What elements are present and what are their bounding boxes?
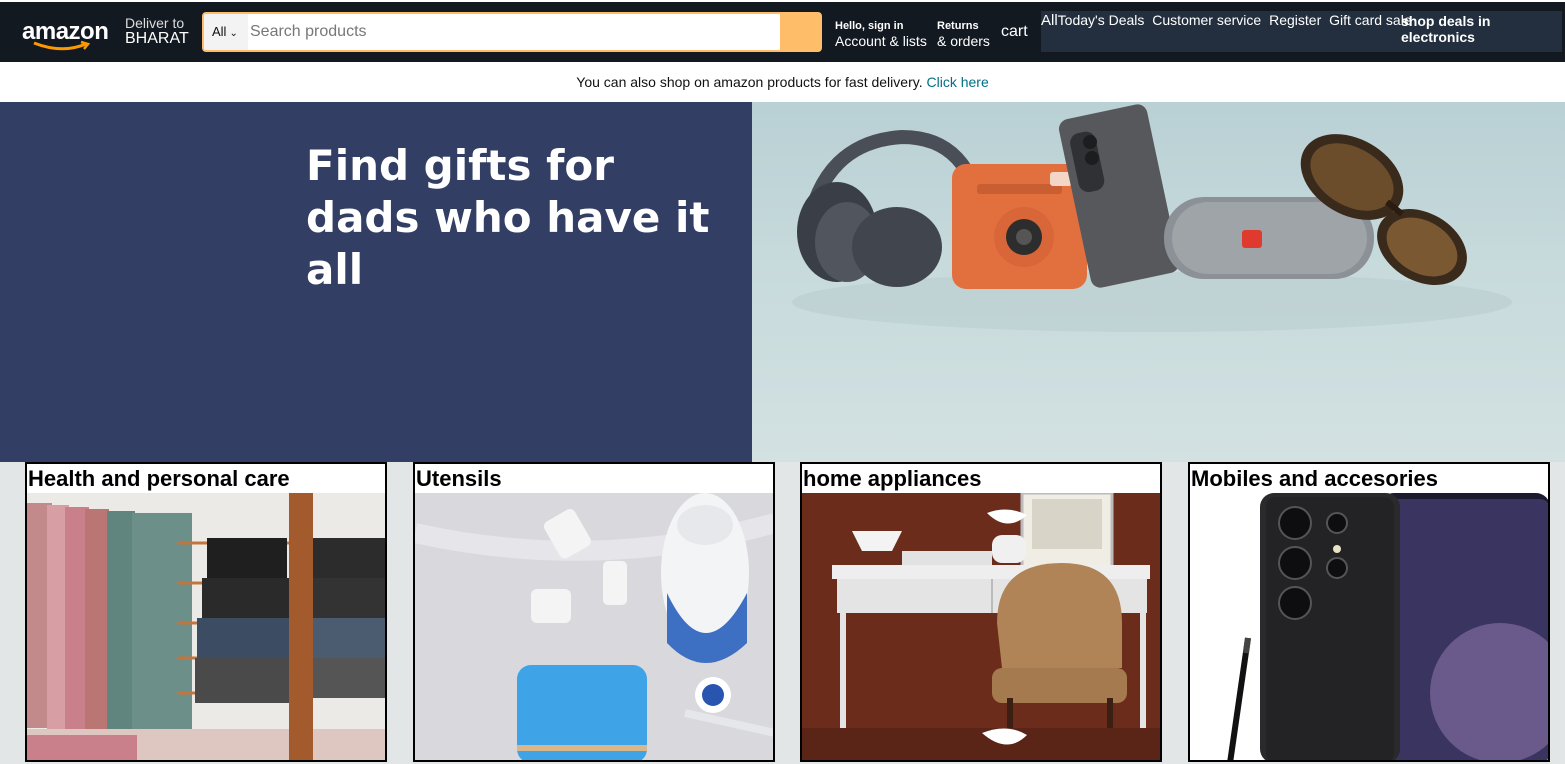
- deliver-to[interactable]: Deliver to BHARAT: [125, 15, 189, 47]
- search-category-select[interactable]: All ⌄: [204, 14, 248, 50]
- subnav-todays-deals[interactable]: Today's Deals: [1058, 12, 1145, 28]
- orders-label: & orders: [937, 33, 990, 49]
- notice-link[interactable]: Click here: [926, 74, 988, 90]
- account-label: Account & lists: [835, 33, 927, 49]
- category-card-health[interactable]: Health and personal care: [25, 462, 387, 762]
- account-greeting: Hello, sign in: [835, 20, 904, 32]
- hero-banner[interactable]: Find gifts for dads who have it all: [0, 102, 1565, 462]
- returns-label: Returns: [937, 20, 979, 32]
- category-card-home-appliances[interactable]: home appliances: [800, 462, 1162, 762]
- card-image-home-appliances: [802, 493, 1160, 760]
- logo-smile-icon: [33, 40, 91, 51]
- deliver-label: Deliver to: [125, 15, 185, 31]
- chevron-down-icon: ⌄: [229, 28, 238, 39]
- subnav-all[interactable]: All: [1041, 12, 1058, 29]
- card-title: Utensils: [416, 466, 502, 491]
- subnav-gift-card-sale[interactable]: Gift card sale: [1329, 12, 1411, 28]
- card-image-health: [27, 493, 385, 760]
- notice-text: You can also shop on amazon products for…: [576, 74, 923, 90]
- top-navbar: amazon Deliver to BHARAT All⌄ Hello, sig…: [0, 0, 1565, 62]
- deliver-location: BHARAT: [125, 30, 189, 47]
- camera-icon: [952, 164, 1087, 289]
- search-input[interactable]: [248, 14, 782, 50]
- account-lists[interactable]: Hello, sign in Account & lists: [835, 19, 927, 49]
- hero-title-line2: dads who have it all: [306, 193, 710, 294]
- hero-text-panel: Find gifts for dads who have it all: [0, 102, 752, 462]
- subnav-links: AllToday's Deals Customer service Regist…: [1041, 12, 1416, 29]
- hero-title: Find gifts for dads who have it all: [306, 140, 752, 296]
- subnav-customer-service[interactable]: Customer service: [1152, 12, 1261, 28]
- hero-product-image: [752, 102, 1565, 462]
- hero-title-line1: Find gifts for: [306, 141, 614, 190]
- utensils-illustration: [415, 493, 773, 760]
- health-care-illustration: [27, 493, 385, 760]
- card-image-utensils: [415, 493, 773, 760]
- cart-link[interactable]: cart: [1001, 23, 1028, 41]
- subnav-register[interactable]: Register: [1269, 12, 1321, 28]
- mobiles-illustration: [1190, 493, 1548, 760]
- search-button[interactable]: [780, 14, 820, 50]
- search-bar: All ⌄: [202, 12, 822, 52]
- search-category-label: All: [212, 24, 227, 39]
- top-border: [0, 0, 1565, 2]
- card-title: Health and personal care: [28, 466, 290, 491]
- card-title: Mobiles and accesories: [1191, 466, 1438, 491]
- category-cards: Health and personal care Utensils home a…: [0, 462, 1565, 764]
- category-card-utensils[interactable]: Utensils: [413, 462, 775, 762]
- subnav: AllToday's Deals Customer service Regist…: [1041, 11, 1562, 52]
- notice-bar: You can also shop on amazon products for…: [0, 62, 1565, 102]
- shop-deals-electronics[interactable]: shop deals in electronics: [1401, 13, 1531, 45]
- returns-orders[interactable]: Returns & orders: [937, 19, 990, 49]
- category-card-mobiles[interactable]: Mobiles and accesories: [1188, 462, 1550, 762]
- amazon-logo[interactable]: amazon: [14, 12, 110, 52]
- home-appliances-illustration: [802, 493, 1160, 760]
- card-image-mobiles: [1190, 493, 1548, 760]
- card-title: home appliances: [803, 466, 982, 491]
- hero-products-illustration: [792, 104, 1512, 332]
